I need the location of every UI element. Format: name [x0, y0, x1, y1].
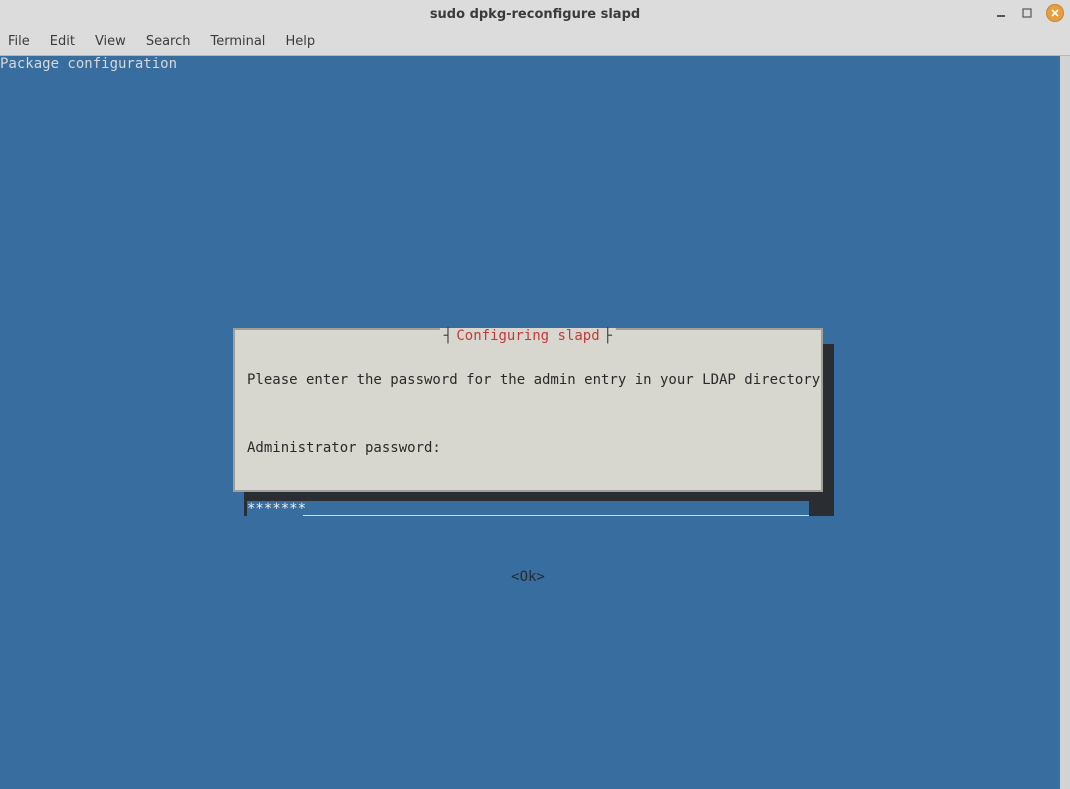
- menu-edit[interactable]: Edit: [40, 30, 85, 53]
- dialog-prompt: Please enter the password for the admin …: [247, 372, 809, 389]
- dialog-title-decor-left: ┤: [444, 328, 452, 345]
- terminal-window: sudo dpkg-reconfigure slapd File Ed: [0, 0, 1070, 789]
- menu-help[interactable]: Help: [275, 30, 325, 53]
- close-button[interactable]: [1046, 4, 1064, 22]
- menubar: File Edit View Search Terminal Help: [0, 28, 1070, 56]
- minimize-button[interactable]: [994, 6, 1008, 20]
- titlebar: sudo dpkg-reconfigure slapd: [0, 0, 1070, 28]
- ok-button[interactable]: <Ok>: [247, 569, 809, 586]
- dialog-label: Administrator password:: [247, 440, 809, 457]
- dialog-title-wrap: ┤ Configuring slapd ├: [440, 328, 616, 345]
- dialog-title: Configuring slapd: [452, 328, 603, 345]
- password-underline: [303, 515, 809, 516]
- menu-file[interactable]: File: [4, 30, 40, 53]
- window-controls: [994, 4, 1064, 22]
- password-input[interactable]: *******: [247, 501, 809, 518]
- close-icon: [1050, 8, 1060, 18]
- terminal-content: Package configuration ┤ Configuring slap…: [0, 56, 1060, 789]
- menu-terminal[interactable]: Terminal: [200, 30, 275, 53]
- maximize-button[interactable]: [1020, 6, 1034, 20]
- package-config-header: Package configuration: [0, 56, 177, 73]
- dialog-title-decor-right: ├: [604, 328, 612, 345]
- dialog-body: Please enter the password for the admin …: [235, 330, 821, 620]
- window-title: sudo dpkg-reconfigure slapd: [0, 7, 1070, 22]
- dialog-box: ┤ Configuring slapd ├ Please enter the p…: [233, 328, 823, 492]
- menu-search[interactable]: Search: [136, 30, 201, 53]
- password-value: *******: [247, 501, 306, 518]
- menu-view[interactable]: View: [85, 30, 136, 53]
- terminal-area[interactable]: Package configuration ┤ Configuring slap…: [0, 56, 1070, 789]
- maximize-icon: [1022, 8, 1032, 18]
- minimize-icon: [996, 8, 1006, 18]
- scrollbar[interactable]: [1060, 56, 1070, 789]
